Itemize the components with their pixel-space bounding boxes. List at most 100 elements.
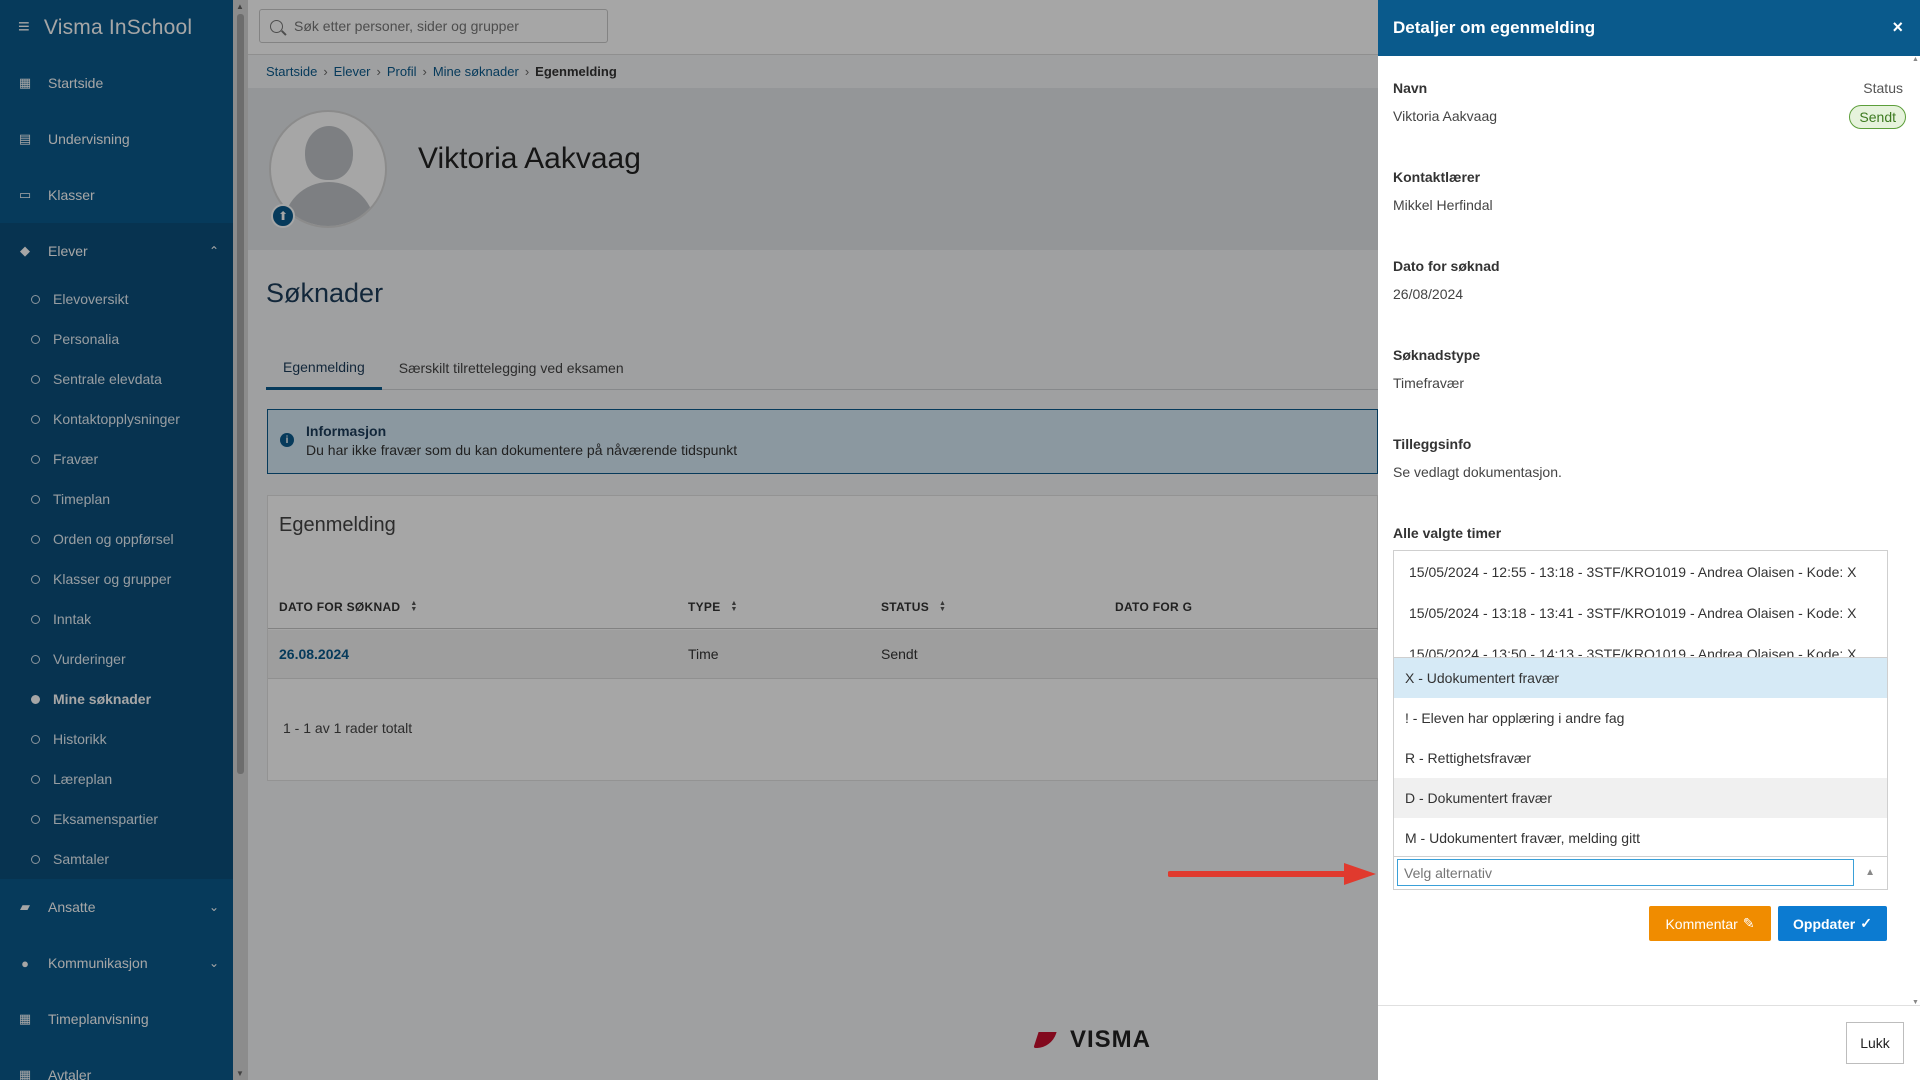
hour-row[interactable]: 15/05/2024 - 12:55 - 13:18 - 3STF/KRO101…: [1394, 551, 1887, 592]
column-header-date-2[interactable]: DATO FOR G: [1115, 600, 1192, 614]
grid-icon: ▦: [18, 75, 32, 90]
column-header-status[interactable]: STATUS ▲ ▼: [881, 600, 946, 614]
upload-icon[interactable]: ⬆: [271, 204, 295, 228]
breadcrumb-link[interactable]: Elever: [334, 64, 371, 79]
chevron-right-icon: ›: [422, 64, 427, 79]
dropdown-option[interactable]: ! - Eleven har opplæring i andre fag: [1394, 698, 1887, 738]
app-brand[interactable]: ≡ Visma InSchool: [0, 0, 233, 55]
circle-icon: [31, 614, 40, 624]
cell-date-link[interactable]: 26.08.2024: [279, 646, 349, 662]
column-header-type[interactable]: TYPE ▲ ▼: [688, 600, 738, 614]
code-select[interactable]: ▲: [1393, 857, 1888, 890]
status-badge: Sendt: [1849, 105, 1906, 129]
close-icon[interactable]: ×: [1892, 17, 1903, 38]
calendar-check-icon: ▦: [18, 1067, 32, 1080]
sidebar-subitem[interactable]: Kontaktopplysninger: [0, 399, 233, 439]
sidebar-item-elever[interactable]: ◆ Elever ⌃: [0, 223, 233, 279]
breadcrumb-link[interactable]: Profil: [387, 64, 417, 79]
sort-icon: ▲ ▼: [730, 600, 738, 613]
drawer-scrollbar[interactable]: ▲ ▼: [1912, 56, 1920, 1006]
sidebar-subitem[interactable]: Eksamenspartier: [0, 799, 233, 839]
sidebar-subitem[interactable]: Sentrale elevdata: [0, 359, 233, 399]
field-label-name: Navn: [1393, 80, 1428, 96]
tab-tilrettelegging[interactable]: Særskilt tilrettelegging ved eksamen: [382, 346, 641, 390]
table-row[interactable]: 26.08.2024 Time Sendt: [268, 630, 1379, 679]
hour-row[interactable]: 15/05/2024 - 13:50 - 14:13 - 3STF/KRO101…: [1394, 633, 1887, 661]
sidebar-subitem[interactable]: Samtaler: [0, 839, 233, 879]
scroll-up-icon[interactable]: ▲: [236, 2, 244, 11]
drawer-header: Detaljer om egenmelding ×: [1378, 0, 1920, 56]
update-button[interactable]: Oppdater ✓: [1778, 906, 1887, 941]
circle-icon: [31, 454, 40, 464]
comment-button[interactable]: Kommentar ✎: [1649, 906, 1771, 941]
field-value-type: Timefravær: [1393, 375, 1465, 391]
sidebar-item-avtaler[interactable]: ▦ Avtaler: [0, 1047, 233, 1080]
field-label-extra: Tilleggsinfo: [1393, 436, 1472, 452]
breadcrumb: Startside › Elever › Profil › Mine søknader…: [266, 64, 617, 79]
column-header-date[interactable]: DATO FOR SØKNAD ▲ ▼: [279, 600, 418, 614]
sidebar-item-undervisning[interactable]: ▤ Undervisning: [0, 111, 233, 167]
hamburger-menu-icon[interactable]: ≡: [18, 16, 30, 39]
search-input[interactable]: Søk etter personer, sider og grupper: [259, 9, 608, 43]
breadcrumb-link[interactable]: Startside: [266, 64, 317, 79]
field-value-extra: Se vedlagt dokumentasjon.: [1393, 464, 1562, 480]
sidebar-subitem[interactable]: Historikk: [0, 719, 233, 759]
sidebar-subitem[interactable]: Fravær: [0, 439, 233, 479]
sidebar-subitem-active[interactable]: Mine søknader: [0, 679, 233, 719]
cell-status: Sendt: [881, 646, 918, 662]
circle-icon: [31, 414, 40, 424]
book-icon: ▤: [18, 131, 32, 146]
sidebar-subitem[interactable]: Klasser og grupper: [0, 559, 233, 599]
sidebar-subitem[interactable]: Inntak: [0, 599, 233, 639]
chevron-up-icon: ⌃: [208, 244, 219, 258]
sidebar: ≡ Visma InSchool ▦ Startside ▤ Undervisn…: [0, 0, 233, 1080]
sort-icon: ▲ ▼: [410, 600, 418, 613]
scroll-down-icon[interactable]: ▼: [236, 1069, 244, 1078]
tab-bar: Egenmelding Særskilt tilrettelegging ved…: [266, 346, 1378, 390]
sidebar-item-startside[interactable]: ▦ Startside: [0, 55, 233, 111]
sidebar-item-ansatte[interactable]: ▰ Ansatte ⌄: [0, 879, 233, 935]
sidebar-subitem[interactable]: Vurderinger: [0, 639, 233, 679]
sidebar-subitem[interactable]: Orden og oppførsel: [0, 519, 233, 559]
dropdown-option[interactable]: D - Dokumentert fravær: [1394, 778, 1887, 818]
info-icon: i: [280, 433, 294, 447]
caret-up-icon[interactable]: ▲: [1865, 867, 1875, 878]
app-title: Visma InSchool: [43, 15, 193, 39]
circle-icon: [31, 854, 40, 864]
field-label-contact: Kontaktlærer: [1393, 169, 1481, 185]
code-select-input[interactable]: [1397, 859, 1854, 886]
check-icon: ✓: [1860, 915, 1872, 931]
circle-icon: [31, 494, 40, 504]
dropdown-option[interactable]: R - Rettighetsfravær: [1394, 738, 1887, 778]
sidebar-subitem[interactable]: Personalia: [0, 319, 233, 359]
info-alert: i Informasjon Du har ikke fravær som du …: [267, 409, 1378, 474]
scroll-up-icon[interactable]: ▲: [1912, 56, 1919, 63]
hour-row[interactable]: 15/05/2024 - 13:18 - 13:41 - 3STF/KRO101…: [1394, 592, 1887, 633]
field-label-date: Dato for søknad: [1393, 258, 1500, 274]
close-button[interactable]: Lukk: [1846, 1022, 1904, 1064]
chevron-right-icon: ›: [376, 64, 381, 79]
visma-logo-mark: [1036, 1030, 1062, 1050]
sidebar-subitem[interactable]: Elevoversikt: [0, 279, 233, 319]
hours-list[interactable]: 15/05/2024 - 12:55 - 13:18 - 3STF/KRO101…: [1393, 550, 1888, 660]
breadcrumb-link[interactable]: Mine søknader: [433, 64, 519, 79]
sidebar-subitem[interactable]: Timeplan: [0, 479, 233, 519]
scrollbar-thumb[interactable]: [237, 14, 244, 774]
egenmelding-card: Egenmelding DATO FOR SØKNAD ▲ ▼ TYPE ▲ ▼ STA…: [267, 495, 1379, 781]
main-content: Søk etter personer, sider og grupper Sta…: [248, 0, 1379, 1080]
dropdown-option[interactable]: M - Udokumentert fravær, melding gitt: [1394, 818, 1887, 858]
chevron-right-icon: ›: [524, 64, 530, 79]
dropdown-option[interactable]: X - Udokumentert fravær: [1394, 658, 1887, 698]
sidebar-item-klasser[interactable]: ▭ Klasser: [0, 167, 233, 223]
sidebar-subitem[interactable]: Læreplan: [0, 759, 233, 799]
sidebar-group-elever: ◆ Elever ⌃ Elevoversikt Personalia Sentr…: [0, 223, 233, 879]
sidebar-scrollbar[interactable]: ▲ ▼: [233, 0, 248, 1080]
sidebar-item-kommunikasjon[interactable]: ● Kommunikasjon ⌄: [0, 935, 233, 991]
tab-egenmelding[interactable]: Egenmelding: [266, 346, 382, 390]
sidebar-item-timeplanvisning[interactable]: ▦ Timeplanvisning: [0, 991, 233, 1047]
chevron-down-icon: ⌄: [208, 956, 219, 970]
dropdown-menu: X - Udokumentert fravær ! - Eleven har o…: [1393, 657, 1888, 857]
sidebar-lower: ▰ Ansatte ⌄ ● Kommunikasjon ⌄ ▦ Timeplan…: [0, 879, 233, 1080]
info-text: Du har ikke fravær som du kan dokumenter…: [306, 442, 738, 458]
edit-icon: ✎: [1742, 915, 1755, 931]
